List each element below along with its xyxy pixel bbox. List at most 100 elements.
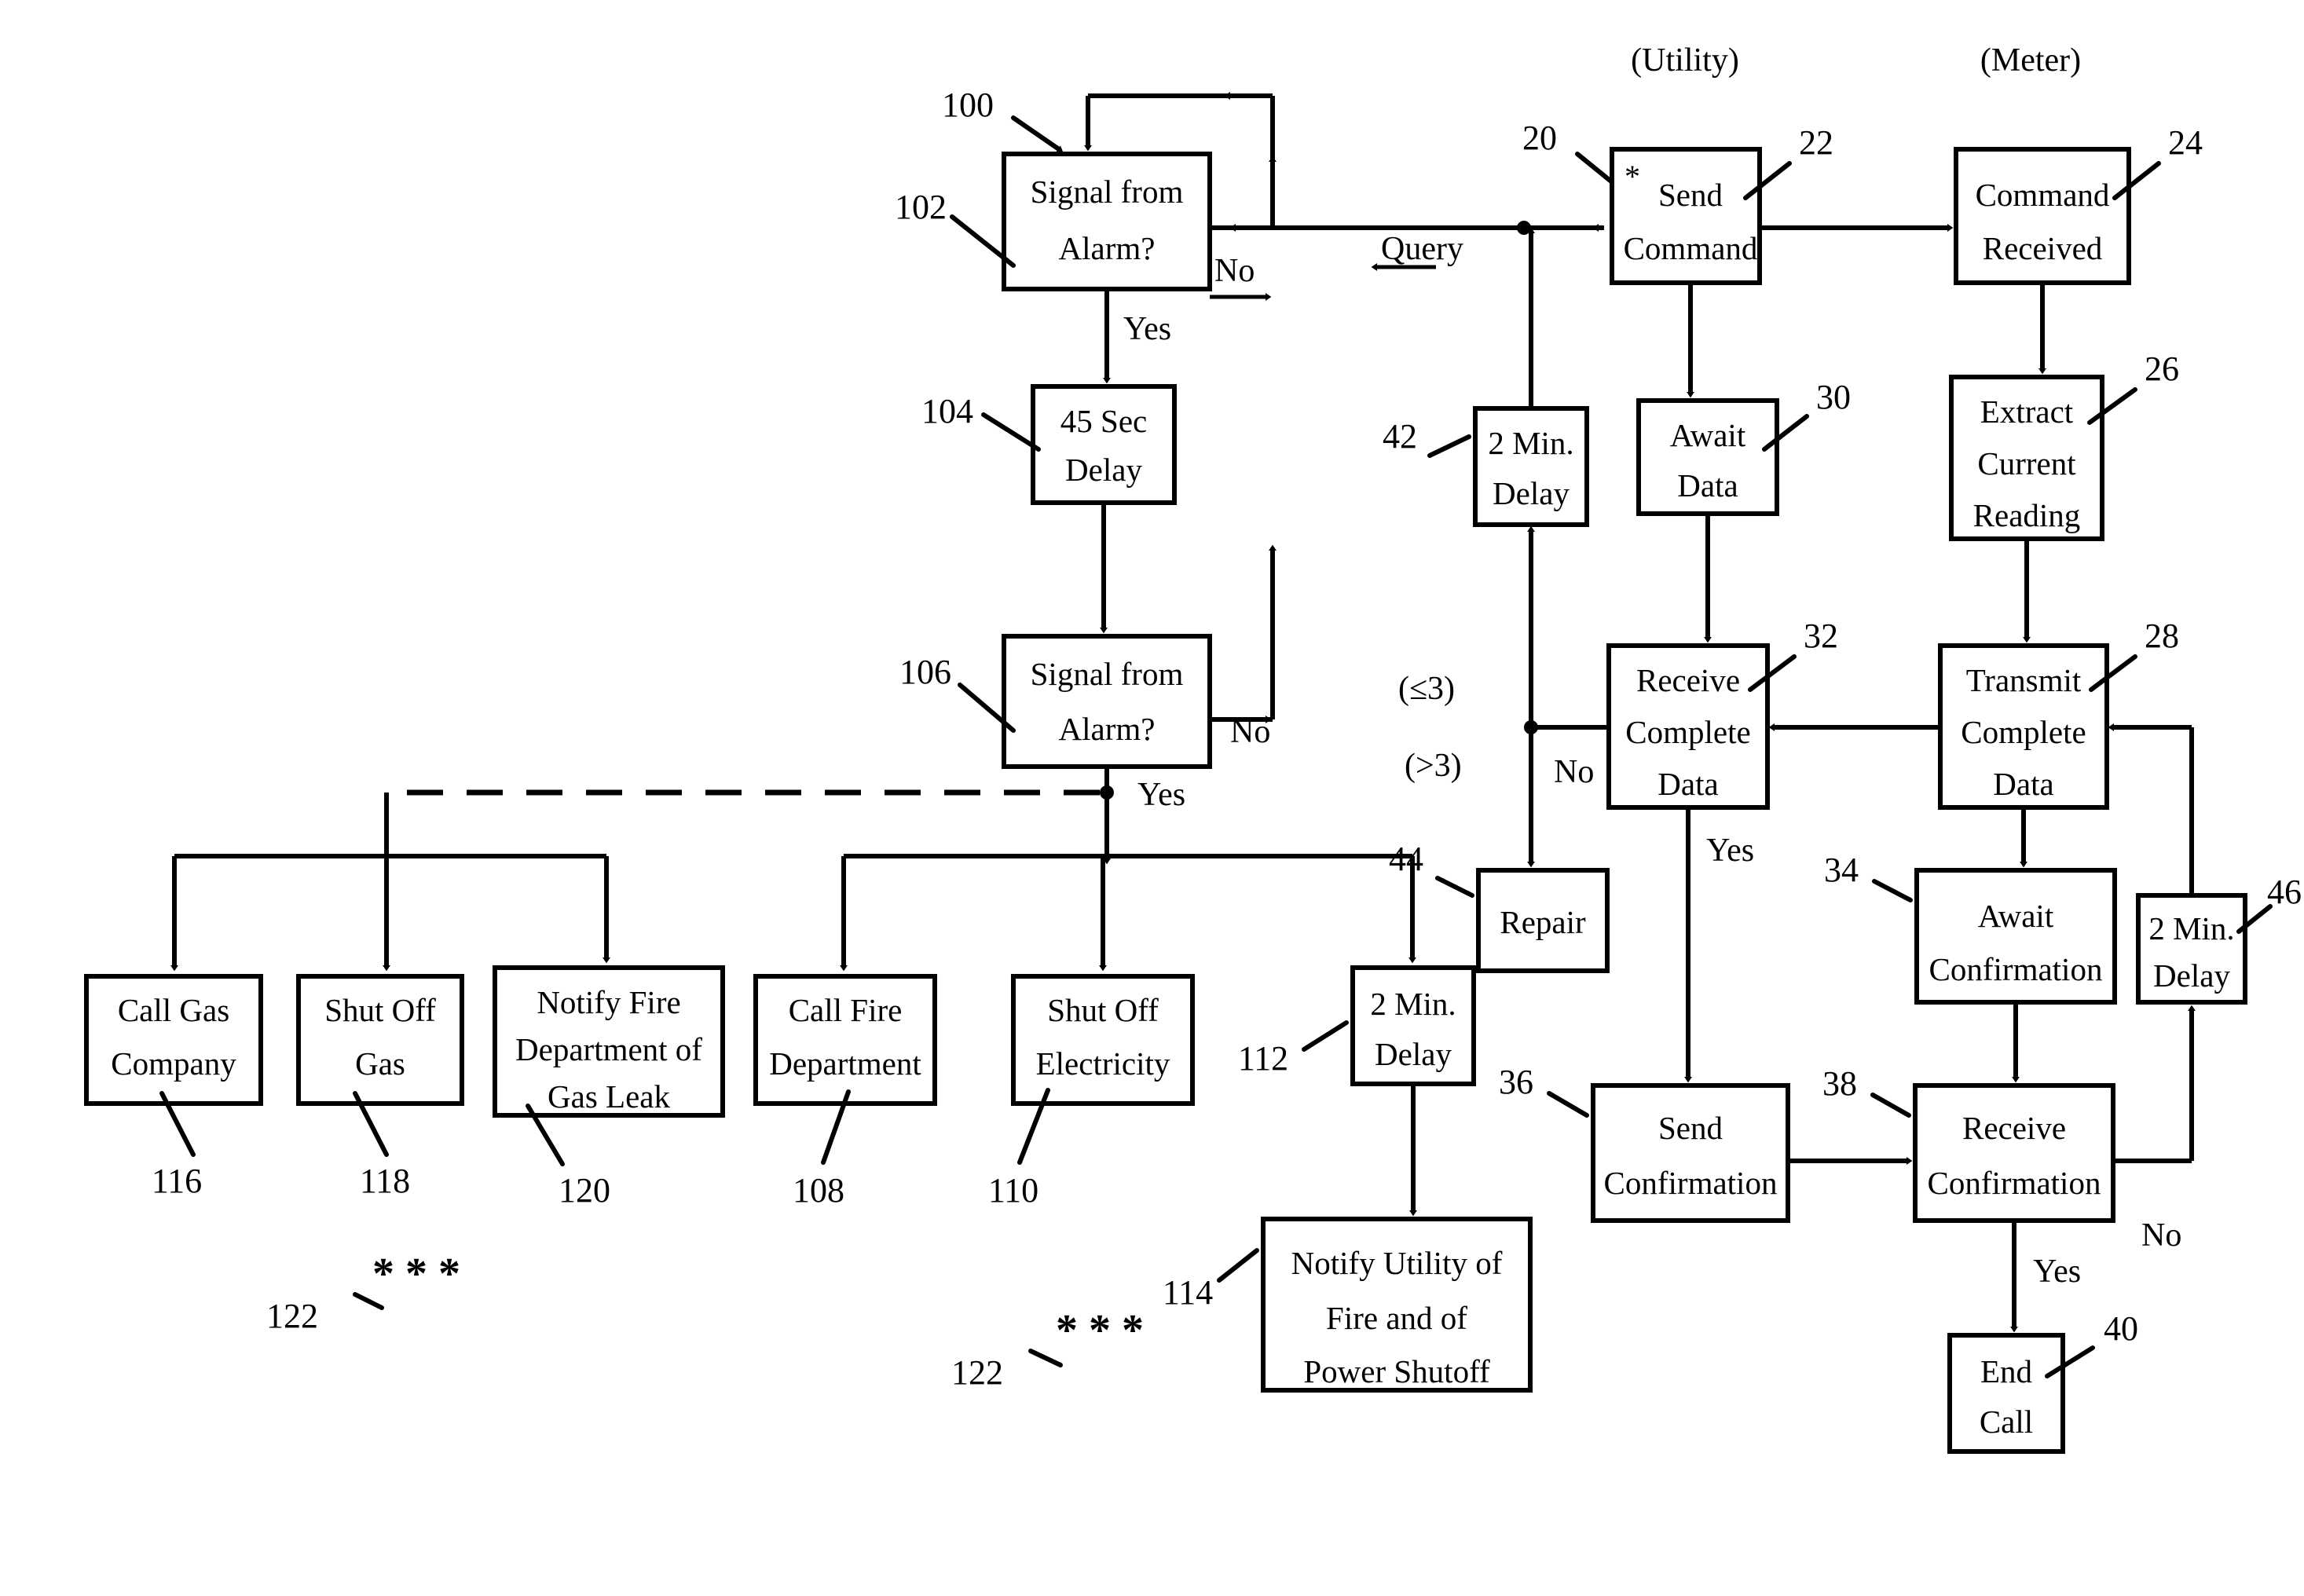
box-end-call: End Call 40 bbox=[1947, 1309, 2138, 1454]
label-no-102: No bbox=[1214, 253, 1255, 289]
ref-104: 104 bbox=[921, 392, 973, 430]
distribution-bar-gas-actions bbox=[174, 854, 606, 966]
svg-text:2 Min.: 2 Min. bbox=[1488, 425, 1573, 461]
svg-text:Complete: Complete bbox=[1625, 714, 1750, 750]
box-transmit-complete-data: Transmit Complete Data 28 bbox=[1938, 617, 2179, 810]
box-await-data: Await Data 30 bbox=[1636, 378, 1851, 516]
edge-106-yes bbox=[1100, 767, 1114, 859]
box-signal-from-alarm-2: Signal from Alarm? 106 bbox=[899, 634, 1212, 769]
svg-text:Await: Await bbox=[1978, 898, 2054, 934]
svg-text:Extract: Extract bbox=[1980, 394, 2074, 430]
ref-122-left: 122 bbox=[266, 1297, 318, 1335]
svg-text:Call: Call bbox=[1980, 1404, 2033, 1440]
distribution-bar-fire-actions bbox=[844, 854, 1412, 966]
svg-text:Receive: Receive bbox=[1636, 662, 1740, 698]
ref-46: 46 bbox=[2267, 873, 2302, 911]
ref-24: 24 bbox=[2168, 123, 2203, 162]
patent-figure-sheet: Signal from Alarm? 102 100 No Yes 45 Sec… bbox=[0, 0, 2304, 1596]
box-delay-2-min-112: 2 Min. Delay 112 bbox=[1238, 965, 1476, 1086]
ref-100: 100 bbox=[942, 86, 994, 124]
asterisk-note-middle: * * * 122 bbox=[951, 1306, 1144, 1392]
ref-26: 26 bbox=[2145, 350, 2179, 388]
ref-34: 34 bbox=[1824, 851, 1859, 889]
svg-text:Command: Command bbox=[1976, 177, 2110, 213]
svg-text:Signal from: Signal from bbox=[1031, 174, 1184, 210]
svg-text:Department of: Department of bbox=[515, 1031, 702, 1067]
send-command-asterisk: * bbox=[1625, 159, 1640, 194]
label-le3: (≤3) bbox=[1398, 671, 1455, 707]
svg-text:* * *: * * * bbox=[1056, 1306, 1144, 1355]
box-notify-utility-fire-power: Notify Utility of Fire and of Power Shut… bbox=[1163, 1217, 1533, 1393]
label-query: Query bbox=[1381, 231, 1463, 267]
ref-108: 108 bbox=[793, 1171, 844, 1210]
box-delay-45-sec: 45 Sec Delay 104 bbox=[921, 384, 1177, 505]
svg-text:45 Sec: 45 Sec bbox=[1060, 403, 1147, 439]
utility-header: (Utility) bbox=[1631, 42, 1739, 79]
svg-text:Confirmation: Confirmation bbox=[1928, 1165, 2101, 1201]
asterisk-note-left: * * * 122 bbox=[266, 1250, 460, 1335]
edge-dashed-to-left-actions bbox=[386, 789, 1100, 855]
svg-text:Confirmation: Confirmation bbox=[1604, 1165, 1778, 1201]
svg-text:Notify Fire: Notify Fire bbox=[537, 984, 680, 1020]
label-no-32: No bbox=[1554, 754, 1594, 790]
edge-106-no bbox=[1210, 550, 1273, 719]
label-yes-32: Yes bbox=[1706, 833, 1754, 869]
box-signal-from-alarm-1: Signal from Alarm? 102 bbox=[895, 152, 1212, 291]
svg-text:Delay: Delay bbox=[1493, 475, 1570, 511]
label-yes-106: Yes bbox=[1137, 777, 1185, 813]
svg-text:* * *: * * * bbox=[372, 1250, 460, 1298]
svg-text:Gas: Gas bbox=[355, 1045, 405, 1082]
svg-text:Shut Off: Shut Off bbox=[1047, 992, 1159, 1028]
ref-20-leader: 20 bbox=[1522, 119, 1620, 189]
svg-text:Call Gas: Call Gas bbox=[118, 992, 229, 1028]
ref-102: 102 bbox=[895, 188, 947, 226]
svg-text:Reading: Reading bbox=[1973, 497, 2081, 533]
svg-text:Gas Leak: Gas Leak bbox=[548, 1078, 670, 1115]
svg-text:Shut Off: Shut Off bbox=[324, 992, 436, 1028]
svg-text:Receive: Receive bbox=[1962, 1110, 2066, 1146]
svg-text:Confirmation: Confirmation bbox=[1929, 951, 2103, 987]
svg-text:Alarm?: Alarm? bbox=[1059, 230, 1156, 266]
box-call-fire-department: Call Fire Department 108 bbox=[753, 974, 937, 1210]
ref-120: 120 bbox=[559, 1171, 610, 1210]
box-receive-complete-data: Receive Complete Data 32 bbox=[1606, 617, 1838, 810]
svg-text:Power Shutoff: Power Shutoff bbox=[1303, 1353, 1490, 1389]
label-no-38: No bbox=[2141, 1217, 2181, 1254]
box-await-confirmation: Await Confirmation 34 bbox=[1824, 851, 2117, 1005]
box-send-command: * Send Command 22 bbox=[1610, 123, 1833, 285]
box-send-confirmation: Send Confirmation 36 bbox=[1499, 1063, 1790, 1223]
svg-text:Data: Data bbox=[1657, 766, 1718, 802]
box-repair: Repair 44 bbox=[1389, 840, 1610, 973]
box-shut-off-electricity: Shut Off Electricity 110 bbox=[988, 974, 1195, 1210]
svg-text:Data: Data bbox=[1677, 467, 1738, 503]
ref-30: 30 bbox=[1816, 378, 1851, 416]
svg-text:Department: Department bbox=[769, 1045, 921, 1082]
ref-114: 114 bbox=[1163, 1273, 1213, 1312]
svg-text:Await: Await bbox=[1670, 417, 1746, 453]
box-command-received: Command Received 24 bbox=[1954, 123, 2203, 285]
ref-20: 20 bbox=[1522, 119, 1557, 157]
box-notify-fire-dept-gas-leak: Notify Fire Department of Gas Leak 120 bbox=[493, 965, 725, 1210]
svg-text:Send: Send bbox=[1658, 1110, 1723, 1146]
svg-text:Send: Send bbox=[1658, 177, 1723, 213]
svg-text:2 Min.: 2 Min. bbox=[2148, 910, 2234, 946]
svg-text:Received: Received bbox=[1983, 230, 2103, 266]
svg-text:2 Min.: 2 Min. bbox=[1370, 986, 1456, 1022]
svg-text:Company: Company bbox=[111, 1045, 236, 1082]
box-extract-current-reading: Extract Current Reading 26 bbox=[1949, 350, 2179, 541]
svg-text:Data: Data bbox=[1993, 766, 2053, 802]
box-receive-confirmation: Receive Confirmation 38 bbox=[1822, 1064, 2115, 1223]
box-call-gas-company: Call Gas Company 116 bbox=[84, 974, 263, 1200]
flowchart-canvas: Signal from Alarm? 102 100 No Yes 45 Sec… bbox=[84, 42, 2302, 1454]
label-yes-102: Yes bbox=[1123, 311, 1171, 347]
svg-text:Alarm?: Alarm? bbox=[1059, 711, 1156, 747]
ref-44: 44 bbox=[1389, 840, 1423, 878]
ref-122-middle: 122 bbox=[951, 1353, 1003, 1392]
ref-38: 38 bbox=[1822, 1064, 1857, 1103]
box-shut-off-gas: Shut Off Gas 118 bbox=[296, 974, 464, 1200]
svg-text:Electricity: Electricity bbox=[1036, 1045, 1170, 1082]
svg-text:Repair: Repair bbox=[1500, 904, 1586, 940]
edge-delay46-to-transmit bbox=[2113, 727, 2194, 895]
ref-40: 40 bbox=[2104, 1309, 2138, 1348]
ref-118: 118 bbox=[360, 1162, 410, 1200]
